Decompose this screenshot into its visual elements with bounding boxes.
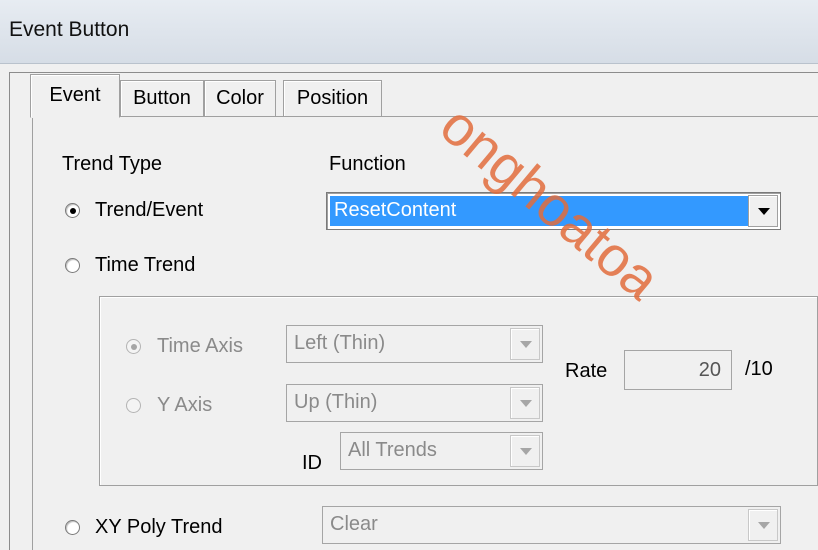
trend-event-radio[interactable] — [65, 203, 80, 218]
time-axis-select-value: Left (Thin) — [294, 332, 386, 354]
function-label: Function — [329, 153, 406, 175]
tab-button[interactable]: Button — [120, 80, 204, 116]
window-title: Event Button — [9, 18, 130, 41]
function-select[interactable]: ResetContent — [326, 192, 781, 230]
rate-label: Rate — [565, 360, 608, 382]
tab-button-label: Button — [133, 87, 191, 109]
xy-poly-select[interactable]: Clear — [322, 506, 781, 544]
id-label: ID — [302, 452, 322, 474]
time-axis-radio[interactable] — [126, 339, 141, 354]
xy-poly-trend-label: XY Poly Trend — [95, 516, 223, 538]
rate-unit: /10 — [745, 358, 773, 380]
trend-event-label: Trend/Event — [95, 199, 204, 221]
trend-type-label: Trend Type — [62, 153, 163, 175]
chevron-down-icon[interactable] — [748, 195, 778, 227]
title-bar: Event Button — [0, 0, 818, 64]
y-axis-label: Y Axis — [157, 394, 213, 416]
chevron-down-icon[interactable] — [510, 387, 540, 419]
y-axis-select-value: Up (Thin) — [294, 391, 378, 413]
chevron-down-icon[interactable] — [510, 435, 540, 467]
tab-color[interactable]: Color — [204, 80, 276, 116]
tab-event[interactable]: Event — [30, 74, 120, 118]
function-select-value: ResetContent — [330, 196, 748, 226]
time-axis-label: Time Axis — [157, 335, 243, 357]
xy-poly-select-value: Clear — [330, 513, 378, 535]
time-axis-select[interactable]: Left (Thin) — [286, 325, 543, 363]
chevron-down-icon[interactable] — [748, 509, 778, 541]
rate-input[interactable]: 20 — [624, 350, 732, 390]
chevron-down-icon[interactable] — [510, 328, 540, 360]
y-axis-select[interactable]: Up (Thin) — [286, 384, 543, 422]
tab-position-label: Position — [296, 87, 369, 109]
time-trend-label: Time Trend — [95, 254, 196, 276]
y-axis-radio[interactable] — [126, 398, 141, 413]
time-trend-radio[interactable] — [65, 258, 80, 273]
id-select-value: All Trends — [348, 439, 437, 461]
tab-event-label: Event — [49, 84, 101, 106]
id-select[interactable]: All Trends — [340, 432, 543, 470]
tab-position[interactable]: Position — [283, 80, 382, 116]
xy-poly-trend-radio[interactable] — [65, 520, 80, 535]
tab-color-label: Color — [216, 87, 264, 109]
